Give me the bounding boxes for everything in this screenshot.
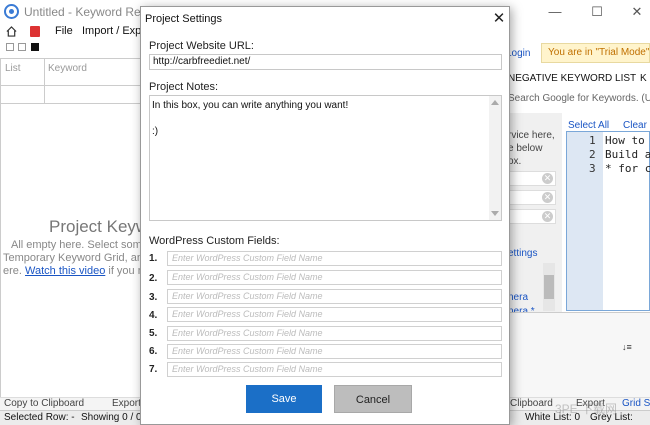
service-text: rvice here,	[508, 130, 555, 141]
clipboard-button-right[interactable]: Clipboard	[510, 398, 553, 409]
maximize-button[interactable]: ☐	[584, 2, 610, 22]
right-lower-panel	[508, 312, 650, 398]
app-logo-icon	[4, 4, 19, 19]
menu-file[interactable]: File	[55, 25, 73, 37]
clear-link[interactable]: Clear	[623, 120, 647, 131]
tab-negative-keyword-list[interactable]: NEGATIVE KEYWORD LIST	[508, 73, 636, 84]
custom-field-input[interactable]: Enter WordPress Custom Field Name	[167, 270, 502, 285]
custom-fields-label: WordPress Custom Fields:	[149, 235, 280, 247]
camera-link[interactable]: nera	[508, 292, 528, 303]
line-number: 2	[589, 148, 596, 161]
dialog-title: Project Settings	[145, 13, 223, 25]
service-field[interactable]: ✕	[508, 171, 556, 186]
editor-line: Build a	[605, 148, 650, 161]
export-button[interactable]: Export	[112, 398, 141, 409]
line-number: 1	[589, 134, 596, 147]
keyword-text-editor[interactable]: 1 How to 2 Build a 3 * for c	[566, 131, 650, 311]
select-all-link[interactable]: Select All	[568, 120, 609, 131]
project-url-input[interactable]: http://carbfreediet.net/	[149, 54, 502, 70]
service-field[interactable]: ✕	[508, 209, 556, 224]
clear-x-icon[interactable]: ✕	[542, 211, 553, 222]
custom-field-input[interactable]: Enter WordPress Custom Field Name	[167, 251, 502, 266]
trial-mode-badge[interactable]: You are in "Trial Mode"	[541, 43, 650, 63]
home-icon[interactable]	[6, 26, 17, 37]
service-scrollbar[interactable]	[543, 263, 555, 311]
notes-scrollbar[interactable]	[489, 96, 501, 220]
custom-field-number: 4.	[149, 310, 158, 321]
scroll-up-icon[interactable]	[491, 100, 499, 105]
tab-k[interactable]: K	[640, 73, 647, 84]
editor-line: * for c	[605, 162, 650, 175]
project-keyword-grid: List Keyword Project Keyw All empty here…	[0, 58, 149, 398]
scroll-down-icon[interactable]	[491, 211, 499, 216]
custom-field-input[interactable]: Enter WordPress Custom Field Name	[167, 289, 502, 304]
grid-header: List Keyword	[1, 59, 144, 104]
grid-filter-row[interactable]	[1, 86, 144, 104]
notes-label: Project Notes:	[149, 81, 219, 93]
watch-video-link[interactable]: Watch this video	[25, 265, 105, 277]
custom-field-number: 7.	[149, 364, 158, 375]
black-square-icon[interactable]	[31, 43, 39, 51]
scrollbar-thumb[interactable]	[544, 275, 554, 299]
settings-link[interactable]: ettings	[508, 248, 537, 259]
empty-state-text: ere. Watch this video if you n	[3, 265, 144, 277]
search-google-hint: Search Google for Keywords. (Use t	[508, 93, 650, 104]
clear-x-icon[interactable]: ✕	[542, 192, 553, 203]
checkbox-icon[interactable]	[6, 43, 14, 51]
menu-bar: File Import / Expor	[0, 24, 151, 40]
custom-field-input[interactable]: Enter WordPress Custom Field Name	[167, 326, 502, 341]
watermark-logo: 3PE 下载网	[555, 402, 618, 416]
editor-line: How to	[605, 134, 645, 147]
project-settings-dialog: Project Settings ✕ Project Website URL: …	[140, 6, 510, 425]
custom-field-input[interactable]: Enter WordPress Custom Field Name	[167, 362, 502, 377]
empty-state-text: All empty here. Select som	[11, 239, 142, 251]
dialog-close-icon[interactable]: ✕	[489, 9, 509, 29]
sort-icon[interactable]: ↓≡	[622, 342, 632, 352]
service-field[interactable]: ✕	[508, 190, 556, 205]
grid-settings-button[interactable]: Grid S	[622, 398, 650, 409]
grid-toolbar	[0, 40, 145, 56]
empty-state-text: Temporary Keyword Grid, an	[3, 252, 143, 264]
column-header-keyword[interactable]: Keyword	[48, 63, 87, 74]
clear-x-icon[interactable]: ✕	[542, 173, 553, 184]
minimize-button[interactable]: —	[542, 2, 568, 22]
close-window-button[interactable]: ✕	[624, 2, 650, 22]
line-number-gutter	[567, 132, 603, 310]
line-number: 3	[589, 162, 596, 175]
custom-field-number: 2.	[149, 273, 158, 284]
showing-status: Showing 0 / 0	[81, 412, 142, 423]
project-notes-textarea[interactable]: In this box, you can write anything you …	[149, 95, 502, 221]
custom-field-input[interactable]: Enter WordPress Custom Field Name	[167, 344, 502, 359]
custom-field-number: 3.	[149, 292, 158, 303]
notes-text: In this box, you can write anything you …	[152, 100, 349, 137]
custom-field-input[interactable]: Enter WordPress Custom Field Name	[167, 307, 502, 322]
url-label: Project Website URL:	[149, 40, 254, 52]
custom-field-number: 1.	[149, 253, 158, 264]
cancel-button[interactable]: Cancel	[334, 385, 412, 413]
copy-to-clipboard-button[interactable]: Copy to Clipboard	[4, 398, 84, 409]
save-button[interactable]: Save	[246, 385, 322, 413]
service-text: e below	[508, 143, 543, 154]
checkbox-icon[interactable]	[18, 43, 26, 51]
column-header-list[interactable]: List	[5, 63, 21, 74]
service-text: ox.	[508, 156, 522, 167]
custom-field-number: 5.	[149, 328, 158, 339]
pdf-icon[interactable]	[30, 26, 40, 37]
empty-state-title: Project Keyw	[49, 217, 149, 236]
custom-field-number: 6.	[149, 346, 158, 357]
selected-row-status: Selected Row: -	[4, 412, 75, 423]
